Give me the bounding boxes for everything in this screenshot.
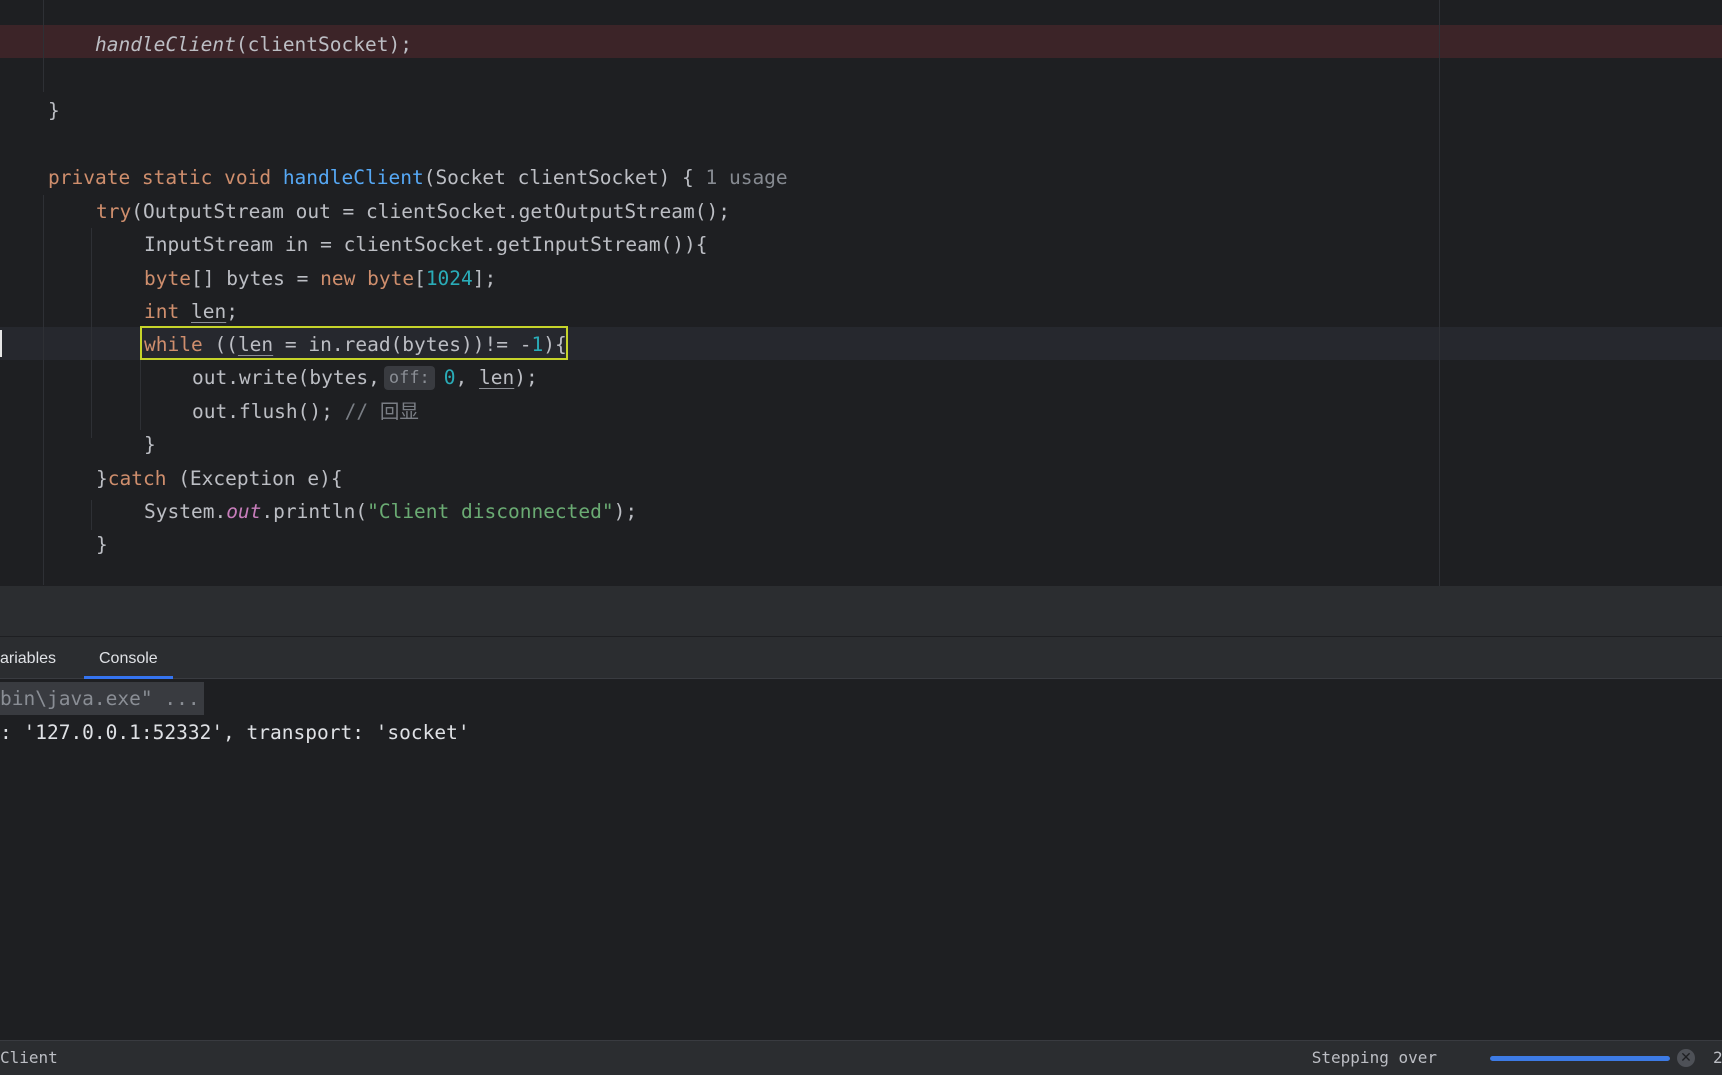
debugger-toolbar-strip: [0, 586, 1722, 636]
indent-guide: [91, 500, 92, 530]
indent-guide: [140, 360, 141, 430]
code-line-println[interactable]: System.out.println("Client disconnected"…: [144, 495, 637, 528]
code-line-flush[interactable]: out.flush(); // 回显: [192, 395, 419, 428]
code-line-method-signature[interactable]: private static void handleClient(Socket …: [48, 161, 788, 194]
usage-hint[interactable]: 1 usage: [705, 166, 787, 189]
background-task-label: Stepping over: [1311, 1048, 1437, 1067]
code-line-handle-client-call[interactable]: handleClient(clientSocket);: [0, 28, 412, 61]
code-line-int-len[interactable]: int len;: [144, 295, 238, 328]
status-bar: Client Stepping over ✕ 2: [0, 1040, 1722, 1075]
indent-guide: [43, 195, 44, 585]
progress-fill: [1490, 1056, 1670, 1061]
method-name-handle-client[interactable]: handleClient: [283, 166, 424, 189]
parameter-hint-off[interactable]: off:: [383, 366, 435, 390]
cancel-task-icon[interactable]: ✕: [1677, 1049, 1695, 1067]
execution-point-frame: [140, 326, 568, 360]
indent-guide: [91, 228, 92, 438]
right-margin-guide: [1439, 0, 1440, 586]
console-text-line: : '127.0.0.1:52332', transport: 'socket': [0, 721, 470, 744]
code-comment: // 回显: [344, 400, 419, 423]
code-line-bytes[interactable]: byte[] bytes = new byte[1024];: [144, 262, 496, 295]
code-line-close-brace[interactable]: }: [48, 94, 60, 127]
code-line-catch[interactable]: }catch (Exception e){: [96, 462, 343, 495]
console-command-line[interactable]: bin\java.exe" ...: [0, 682, 204, 715]
background-task-progress: [1490, 1056, 1670, 1061]
debug-tabs: ariables Console: [0, 636, 1722, 679]
tab-variables[interactable]: ariables: [0, 637, 70, 679]
console-output[interactable]: bin\java.exe" ... : '127.0.0.1:52332', t…: [0, 679, 1722, 1039]
status-right-indicator[interactable]: 2: [1713, 1041, 1722, 1075]
code-line-write[interactable]: out.write(bytes, off: 0, len);: [192, 361, 538, 394]
method-call-handle-client[interactable]: handleClient: [47, 33, 236, 56]
code-line-input-stream[interactable]: InputStream in = clientSocket.getInputSt…: [144, 228, 708, 261]
text-caret: [0, 330, 2, 357]
code-line-close-brace[interactable]: }: [144, 428, 156, 461]
status-run-config[interactable]: Client: [0, 1041, 58, 1075]
tab-console[interactable]: Console: [84, 637, 173, 679]
code-line-try[interactable]: try(OutputStream out = clientSocket.getO…: [96, 195, 730, 228]
code-line-close-brace[interactable]: }: [96, 528, 108, 561]
code-editor[interactable]: handleClient(clientSocket); } private st…: [0, 0, 1722, 586]
